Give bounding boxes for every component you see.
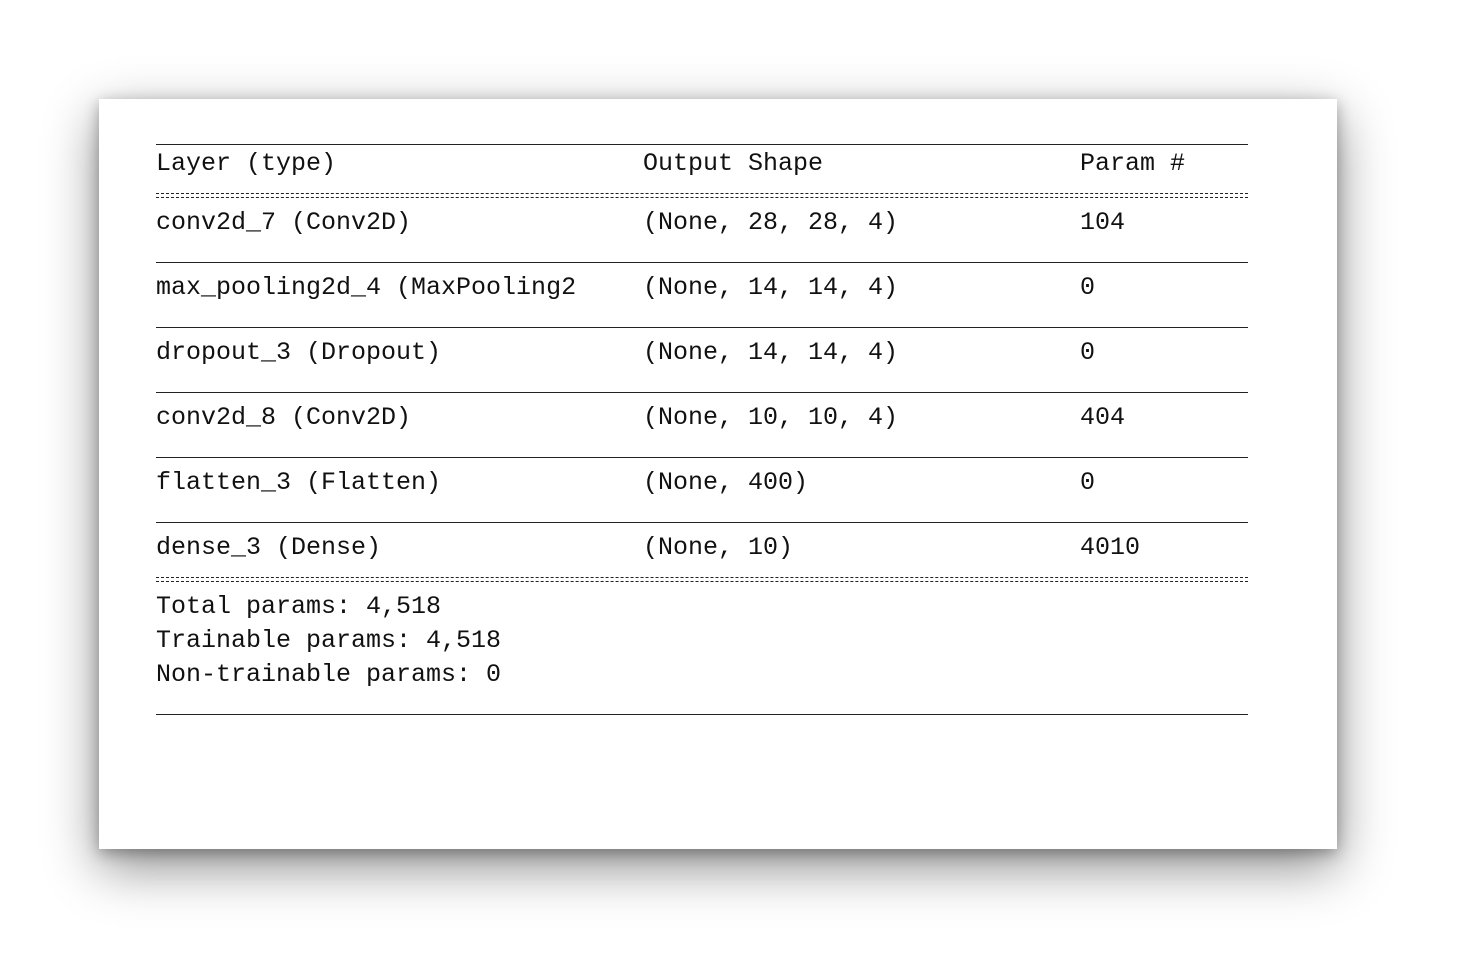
layer-name: flatten_3 (Flatten) <box>156 468 442 497</box>
layer-params: 0 <box>1080 338 1096 367</box>
layer-name: conv2d_8 (Conv2D) <box>156 403 412 432</box>
non-trainable-params-text: Non-trainable params: 0 <box>156 660 502 689</box>
layer-name: dropout_3 (Dropout) <box>156 338 442 367</box>
layer-name: max_pooling2d_4 (MaxPooling2 <box>156 273 577 302</box>
layer-name: dense_3 (Dense) <box>156 533 382 562</box>
bottom-rule <box>156 714 1248 715</box>
footer-double-rule <box>156 577 1248 582</box>
header-layer: Layer (type) <box>156 149 337 178</box>
layer-shape: (None, 14, 14, 4) <box>643 273 899 302</box>
layer-params: 104 <box>1080 208 1126 237</box>
layer-params: 0 <box>1080 468 1096 497</box>
header-double-rule <box>156 193 1248 198</box>
table-row: conv2d_7 (Conv2D) (None, 28, 28, 4) 104 <box>156 206 1248 240</box>
table-row: conv2d_8 (Conv2D) (None, 10, 10, 4) 404 <box>156 401 1248 435</box>
header-params: Param # <box>1080 149 1186 178</box>
row-rule <box>156 457 1248 458</box>
layer-shape: (None, 28, 28, 4) <box>643 208 899 237</box>
layer-shape: (None, 10) <box>643 533 794 562</box>
table-row: max_pooling2d_4 (MaxPooling2 (None, 14, … <box>156 271 1248 305</box>
row-rule <box>156 522 1248 523</box>
table-row: dense_3 (Dense) (None, 10) 4010 <box>156 531 1248 565</box>
trainable-params: Trainable params: 4,518 <box>156 624 1248 658</box>
header-row: Layer (type) Output Shape Param # <box>156 147 1248 181</box>
model-summary: Layer (type) Output Shape Param # conv2d… <box>156 144 1248 715</box>
layer-params: 404 <box>1080 403 1126 432</box>
table-row: dropout_3 (Dropout) (None, 14, 14, 4) 0 <box>156 336 1248 370</box>
param-totals: Total params: 4,518 Trainable params: 4,… <box>156 590 1248 692</box>
model-summary-card: Layer (type) Output Shape Param # conv2d… <box>99 99 1337 849</box>
layer-params: 0 <box>1080 273 1096 302</box>
row-rule <box>156 392 1248 393</box>
non-trainable-params: Non-trainable params: 0 <box>156 658 1248 692</box>
row-rule <box>156 327 1248 328</box>
layer-shape: (None, 14, 14, 4) <box>643 338 899 367</box>
trainable-params-text: Trainable params: 4,518 <box>156 626 502 655</box>
total-params-text: Total params: 4,518 <box>156 592 442 621</box>
layer-shape: (None, 400) <box>643 468 809 497</box>
layer-shape: (None, 10, 10, 4) <box>643 403 899 432</box>
row-rule <box>156 262 1248 263</box>
layer-name: conv2d_7 (Conv2D) <box>156 208 412 237</box>
layer-params: 4010 <box>1080 533 1141 562</box>
header-output-shape: Output Shape <box>643 149 824 178</box>
top-rule <box>156 144 1248 145</box>
total-params: Total params: 4,518 <box>156 590 1248 624</box>
table-row: flatten_3 (Flatten) (None, 400) 0 <box>156 466 1248 500</box>
